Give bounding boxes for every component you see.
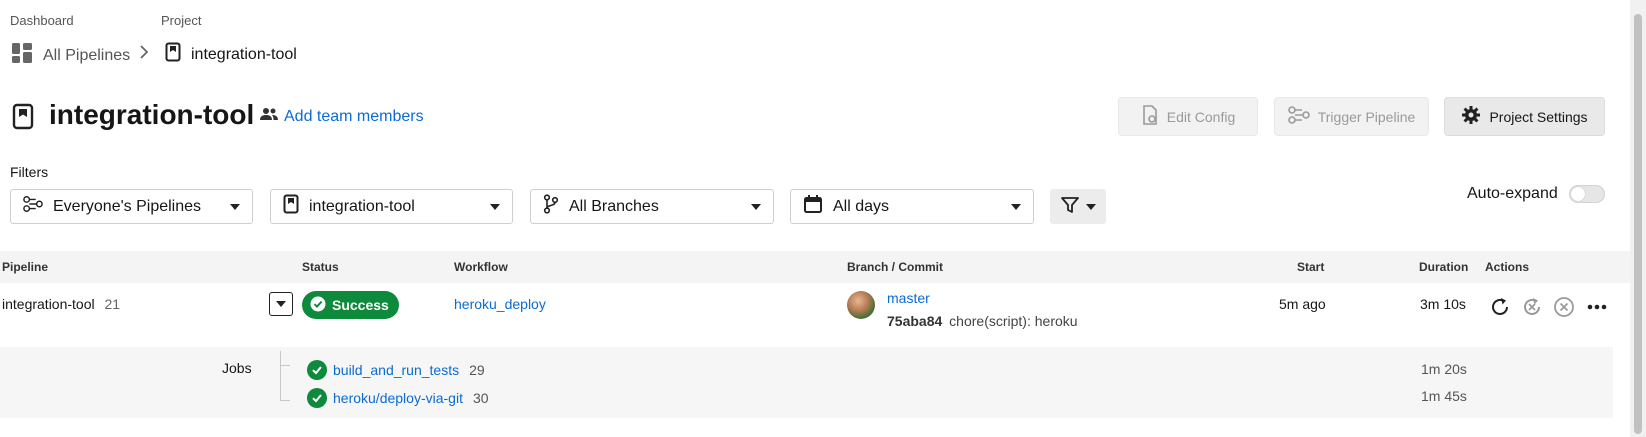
job-name-link[interactable]: heroku/deploy-via-git <box>333 390 463 406</box>
commit-hash[interactable]: 75aba84 <box>887 313 942 329</box>
col-duration: Duration <box>1419 260 1469 274</box>
branches-filter-select[interactable]: All Branches <box>530 189 774 224</box>
caret-down-icon <box>1011 203 1021 210</box>
dashboard-grid-icon <box>11 42 33 69</box>
edit-config-label: Edit Config <box>1166 108 1236 125</box>
project-bookmark-icon <box>283 194 299 219</box>
workflow-link[interactable]: heroku_deploy <box>454 296 546 312</box>
pipelines-filter-select[interactable]: Everyone's Pipelines <box>10 189 253 224</box>
breadcrumb-project[interactable]: integration-tool <box>165 42 297 67</box>
jobs-tree-line <box>280 351 281 401</box>
col-branch-commit: Branch / Commit <box>847 260 944 274</box>
gear-icon <box>1461 105 1481 128</box>
pipeline-number: 21 <box>104 296 121 312</box>
job-duration: 1m 45s <box>1421 388 1467 404</box>
project-bookmark-icon <box>165 42 181 67</box>
list-item: heroku/deploy-via-git 30 <box>307 388 489 408</box>
status-label: Success <box>332 297 389 313</box>
commit-message: chore(script): heroku <box>949 313 1078 329</box>
table-header: Pipeline Status Workflow Branch / Commit… <box>0 251 1630 283</box>
branch-icon <box>543 194 559 219</box>
caret-down-icon <box>490 203 500 210</box>
page-title: integration-tool <box>49 99 255 130</box>
auto-expand-toggle[interactable] <box>1569 185 1605 203</box>
pipeline-icon <box>23 195 43 218</box>
scrollbar[interactable] <box>1630 0 1646 437</box>
branches-filter-value: All Branches <box>569 197 659 215</box>
days-filter-select[interactable]: All days <box>790 189 1034 224</box>
trigger-pipeline-label: Trigger Pipeline <box>1317 108 1416 125</box>
project-settings-label: Project Settings <box>1489 108 1588 125</box>
add-team-members-link[interactable]: Add team members <box>260 107 424 126</box>
add-team-members-label: Add team members <box>284 107 424 125</box>
team-icon <box>260 107 278 126</box>
table-row: integration-tool 21 <box>2 296 120 312</box>
toggle-knob <box>1571 187 1585 201</box>
status-badge[interactable]: Success <box>302 291 399 319</box>
project-title-icon <box>12 103 34 133</box>
jobs-tree-branch <box>280 400 290 401</box>
breadcrumb-project-label: Project <box>161 13 202 28</box>
project-filter-value: integration-tool <box>309 197 415 215</box>
breadcrumb-project-name: integration-tool <box>191 45 297 63</box>
advanced-filter-button[interactable] <box>1050 189 1106 224</box>
auto-expand-label: Auto-expand <box>1467 185 1558 202</box>
rerun-icon[interactable] <box>1489 296 1511 321</box>
list-item: build_and_run_tests 29 <box>307 360 485 380</box>
file-edit-icon <box>1141 105 1159 128</box>
edit-config-button[interactable]: Edit Config <box>1118 97 1258 136</box>
calendar-icon <box>803 194 823 219</box>
jobs-tree-branch <box>280 365 290 366</box>
col-start: Start <box>1297 260 1325 274</box>
pipeline-icon <box>1287 106 1310 127</box>
breadcrumb-dashboard-label: Dashboard <box>10 13 74 28</box>
scrollbar-thumb[interactable] <box>1634 14 1642 434</box>
caret-down-icon <box>751 203 761 210</box>
duration: 3m 10s <box>1420 296 1466 312</box>
expand-row-button[interactable] <box>269 292 293 316</box>
job-name-link[interactable]: build_and_run_tests <box>333 362 459 378</box>
project-filter-select[interactable]: integration-tool <box>270 189 513 224</box>
success-check-icon <box>307 388 327 408</box>
filters-label: Filters <box>10 164 49 180</box>
col-pipeline: Pipeline <box>2 260 49 274</box>
branch-link[interactable]: master <box>887 290 930 306</box>
jobs-panel: Jobs build_and_run_tests 29 1m 20s herok… <box>0 347 1613 418</box>
caret-down-icon <box>230 203 240 210</box>
pipeline-name[interactable]: integration-tool <box>2 296 95 312</box>
days-filter-value: All days <box>833 197 890 215</box>
project-settings-button[interactable]: Project Settings <box>1444 97 1605 136</box>
avatar <box>847 291 875 319</box>
job-number: 29 <box>469 362 485 378</box>
job-number: 30 <box>472 390 489 406</box>
pipelines-filter-value: Everyone's Pipelines <box>53 197 202 215</box>
commit-info: 75aba84 chore(script): heroku <box>887 313 1078 329</box>
jobs-label: Jobs <box>222 360 252 376</box>
check-circle-icon <box>310 296 326 315</box>
breadcrumb-all-pipelines-label: All Pipelines <box>43 46 131 64</box>
success-check-icon <box>307 360 327 380</box>
job-duration: 1m 20s <box>1421 361 1467 377</box>
caret-down-icon <box>1086 203 1096 210</box>
col-status: Status <box>302 260 339 274</box>
col-workflow: Workflow <box>454 260 508 274</box>
breadcrumb-all-pipelines[interactable]: All Pipelines <box>11 42 130 69</box>
col-actions: Actions <box>1485 260 1530 274</box>
start-time: 5m ago <box>1279 296 1326 312</box>
caret-down-icon <box>276 301 286 307</box>
more-options-icon[interactable] <box>1586 298 1608 319</box>
trigger-pipeline-button[interactable]: Trigger Pipeline <box>1274 97 1429 136</box>
rerun-failed-icon[interactable] <box>1521 296 1543 321</box>
chevron-right-icon <box>138 44 150 63</box>
cancel-icon[interactable] <box>1553 296 1575 321</box>
filter-funnel-icon <box>1060 195 1080 218</box>
